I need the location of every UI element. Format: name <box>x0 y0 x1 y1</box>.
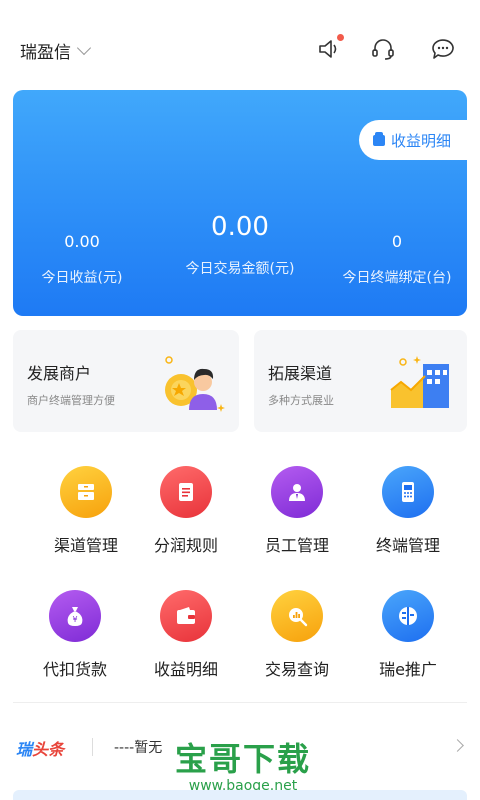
card-subtitle: 商户终端管理方便 <box>27 394 115 407</box>
merchant-illustration-icon <box>165 356 225 412</box>
section-divider <box>13 702 467 703</box>
earnings-banner: 收益明细 0.00 今日收益(元) 0.00 今日交易金额(元) 0 今日终端绑… <box>13 90 467 316</box>
grid-item-label: 交易查询 <box>264 660 329 679</box>
chevron-down-icon <box>76 40 92 55</box>
chat-icon[interactable] <box>430 36 456 62</box>
promote-icon <box>382 590 434 642</box>
news-logo: 瑞头条 <box>16 736 64 760</box>
stat-today-transaction: 0.00 今日交易金额(元) <box>175 212 305 278</box>
grid-item-label: 终端管理 <box>375 536 440 555</box>
headset-icon[interactable] <box>370 36 396 62</box>
grid-item-label: 员工管理 <box>264 536 329 555</box>
app-switcher[interactable]: 瑞盈信 <box>20 38 92 63</box>
stat-value: 0.00 <box>64 232 100 251</box>
grid-item-label: 渠道管理 <box>53 536 118 555</box>
search-chart-icon <box>271 590 323 642</box>
news-headline: ----暂无 <box>114 740 163 756</box>
stat-value: 0.00 <box>211 212 269 242</box>
card-develop-merchants[interactable]: 发展商户 商户终端管理方便 <box>13 330 239 432</box>
speaker-icon[interactable] <box>316 34 344 62</box>
card-title: 发展商户 <box>27 364 92 383</box>
top-bar: 瑞盈信 <box>0 0 480 90</box>
income-detail-label: 收益明细 <box>391 131 452 150</box>
bottom-panel <box>13 790 467 800</box>
grid-item-label: 瑞e推广 <box>379 660 437 679</box>
card-subtitle: 多种方式展业 <box>268 394 334 407</box>
channel-illustration-icon <box>390 356 449 408</box>
stat-today-terminals: 0 今日终端绑定(台) <box>338 232 456 287</box>
stat-value: 0 <box>391 232 403 251</box>
watermark: 宝哥下载 www.baoge.net <box>158 734 328 794</box>
document-icon <box>160 466 212 518</box>
grid-item-channel-management[interactable]: 渠道管理 <box>31 466 141 556</box>
grid-item-transaction-query[interactable]: 交易查询 <box>242 590 352 680</box>
pos-terminal-icon <box>382 466 434 518</box>
grid-item-staff-management[interactable]: 员工管理 <box>242 466 352 556</box>
grid-item-label: 分润规则 <box>153 536 218 555</box>
chevron-right-icon[interactable] <box>451 739 464 752</box>
income-detail-button[interactable]: 收益明细 <box>359 120 467 160</box>
card-title: 拓展渠道 <box>268 364 333 383</box>
watermark-title: 宝哥下载 <box>174 740 311 778</box>
person-icon <box>271 466 323 518</box>
news-logo-part2: 头条 <box>32 740 65 759</box>
wallet-icon <box>373 131 385 146</box>
grid-item-label: 收益明细 <box>153 660 218 679</box>
news-separator <box>92 738 93 756</box>
grid-item-terminal-management[interactable]: 终端管理 <box>353 466 463 556</box>
svg-text:¥: ¥ <box>72 615 77 624</box>
stat-label: 今日收益(元) <box>41 270 123 286</box>
grid-item-rui-e-promotion[interactable]: 瑞e推广 <box>353 590 463 680</box>
stat-label: 今日终端绑定(台) <box>342 270 452 286</box>
notification-dot <box>337 34 344 41</box>
grid-item-label: 代扣货款 <box>42 660 107 679</box>
stat-today-income: 0.00 今日收益(元) <box>27 232 137 287</box>
card-expand-channels[interactable]: 拓展渠道 多种方式展业 <box>254 330 467 432</box>
news-logo-part1: 瑞 <box>16 740 33 759</box>
grid-item-income-detail[interactable]: 收益明细 <box>131 590 241 680</box>
money-bag-icon: ¥ <box>49 590 101 642</box>
app-name: 瑞盈信 <box>20 43 71 63</box>
stat-label: 今日交易金额(元) <box>185 261 295 277</box>
grid-item-profit-rules[interactable]: 分润规则 <box>131 466 241 556</box>
drawer-icon <box>60 466 112 518</box>
grid-item-withhold-payment[interactable]: ¥ 代扣货款 <box>20 590 130 680</box>
wallet-icon <box>160 590 212 642</box>
